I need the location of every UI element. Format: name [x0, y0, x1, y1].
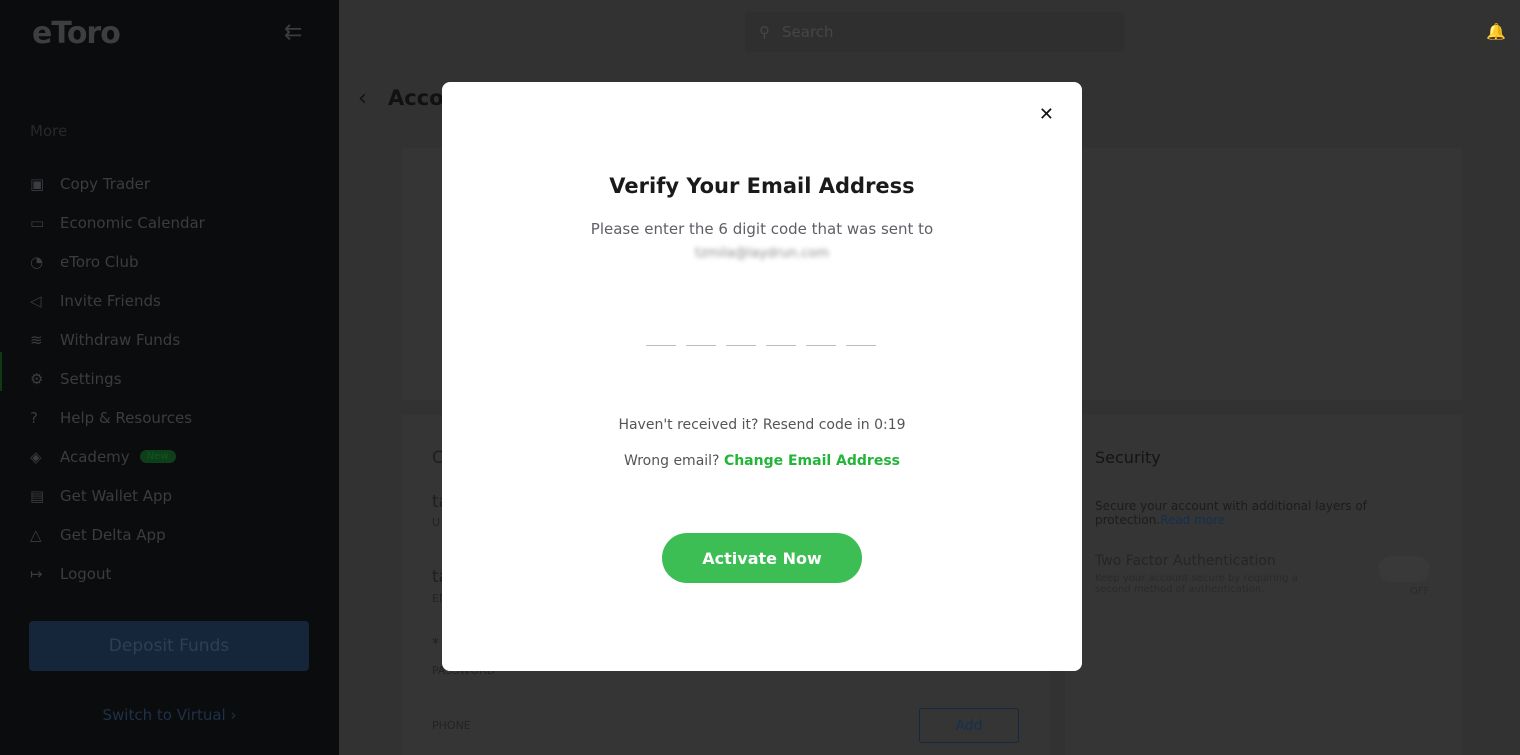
megaphone-icon: ◁	[30, 291, 42, 310]
sidebar-item-label: Logout	[60, 564, 112, 583]
sidebar-item-help-resources[interactable]: ? Help & Resources	[30, 398, 205, 437]
new-badge: New	[139, 450, 176, 463]
search-input[interactable]: ⚲ Search	[745, 12, 1125, 52]
delta-icon: △	[30, 525, 42, 544]
sidebar-item-label: Invite Friends	[60, 291, 161, 310]
toggle-state: OFF	[1410, 586, 1430, 597]
academy-icon: ◈	[30, 447, 42, 466]
wrong-email-row: Wrong email? Change Email Address	[442, 453, 1082, 469]
deposit-funds-button[interactable]: Deposit Funds	[29, 621, 309, 671]
tfa-title: Two Factor Authentication	[1095, 553, 1276, 569]
code-digit-slot[interactable]	[846, 328, 876, 346]
sidebar-item-copy-trader[interactable]: ▣ Copy Trader	[30, 164, 205, 203]
close-icon[interactable]: ✕	[1039, 104, 1054, 125]
code-digit-slot[interactable]	[686, 328, 716, 346]
sidebar-item-withdraw-funds[interactable]: ≋ Withdraw Funds	[30, 320, 205, 359]
sidebar-item-label: Get Delta App	[60, 525, 166, 544]
sidebar-item-economic-calendar[interactable]: ▭ Economic Calendar	[30, 203, 205, 242]
tfa-desc: Keep your account secure by requiring a …	[1095, 573, 1298, 595]
search-icon: ⚲	[759, 23, 770, 41]
bell-icon[interactable]: 🔔	[1486, 22, 1506, 41]
security-title: Security	[1095, 448, 1161, 467]
wallet-icon: ▤	[30, 486, 45, 505]
sidebar-item-label: Settings	[60, 369, 122, 388]
coins-icon: ≋	[30, 330, 43, 349]
sidebar-item-label: Copy Trader	[60, 174, 151, 193]
resend-text: Haven't received it? Resend code in 0:19	[618, 417, 906, 433]
wrong-email-text: Wrong email?	[624, 453, 720, 469]
security-desc: Secure your account with additional laye…	[1095, 499, 1367, 527]
activate-now-button[interactable]: Activate Now	[662, 533, 862, 583]
sidebar-item-logout[interactable]: ↦ Logout	[30, 554, 205, 593]
back-icon[interactable]: ‹	[358, 86, 367, 111]
sidebar-nav: ▣ Copy Trader ▭ Economic Calendar ◔ eToro Clu…	[30, 164, 205, 593]
logout-icon: ↦	[30, 564, 43, 583]
copy-trader-icon: ▣	[30, 174, 45, 193]
modal-subtitle: Please enter the 6 digit code that was s…	[590, 220, 934, 238]
club-icon: ◔	[30, 252, 44, 271]
change-email-link[interactable]: Change Email Address	[724, 453, 900, 469]
section-label: More	[30, 122, 68, 140]
active-indicator	[0, 352, 2, 391]
verify-email-modal: ✕ Verify Your Email Address Please enter…	[442, 82, 1082, 671]
sidebar-item-label: Help & Resources	[60, 408, 193, 427]
password-value: *	[432, 636, 439, 652]
calendar-icon: ▭	[30, 213, 45, 232]
sidebar-item-label: Economic Calendar	[60, 213, 205, 232]
add-phone-button[interactable]: Add	[919, 708, 1019, 743]
code-digit-slot[interactable]	[646, 328, 676, 346]
sidebar-item-academy[interactable]: ◈ Academy New	[30, 437, 205, 476]
modal-title: Verify Your Email Address	[609, 174, 915, 198]
code-digit-slot[interactable]	[726, 328, 756, 346]
sidebar-item-invite-friends[interactable]: ◁ Invite Friends	[30, 281, 205, 320]
sidebar-item-label: Get Wallet App	[60, 486, 173, 505]
search-placeholder: Search	[782, 23, 834, 41]
code-input[interactable]	[646, 328, 876, 346]
sidebar: eToro ⇇ More ▣ Copy Trader ▭ Economic Calen…	[0, 0, 339, 755]
username-label: U	[432, 516, 441, 529]
email-address: tzmila@laydrun.com	[694, 246, 830, 261]
tfa-toggle[interactable]	[1378, 556, 1430, 582]
help-icon: ?	[30, 408, 38, 427]
phone-label: PHONE	[432, 719, 471, 732]
read-more-link[interactable]: Read more	[1160, 513, 1225, 527]
sidebar-item-label: eToro Club	[60, 252, 139, 271]
code-digit-slot[interactable]	[806, 328, 836, 346]
code-digit-slot[interactable]	[766, 328, 796, 346]
sidebar-item-label: Withdraw Funds	[60, 330, 181, 349]
etoro-logo[interactable]: eToro	[32, 16, 121, 51]
gear-icon: ⚙	[30, 369, 44, 388]
sidebar-item-etoro-club[interactable]: ◔ eToro Club	[30, 242, 205, 281]
collapse-sidebar-icon[interactable]: ⇇	[284, 20, 302, 45]
switch-to-virtual-link[interactable]: Switch to Virtual ›	[0, 706, 339, 724]
sidebar-item-get-delta-app[interactable]: △ Get Delta App	[30, 515, 205, 554]
sidebar-item-get-wallet-app[interactable]: ▤ Get Wallet App	[30, 476, 205, 515]
sidebar-item-label: Academy	[60, 447, 130, 466]
sidebar-item-settings[interactable]: ⚙ Settings	[30, 359, 205, 398]
